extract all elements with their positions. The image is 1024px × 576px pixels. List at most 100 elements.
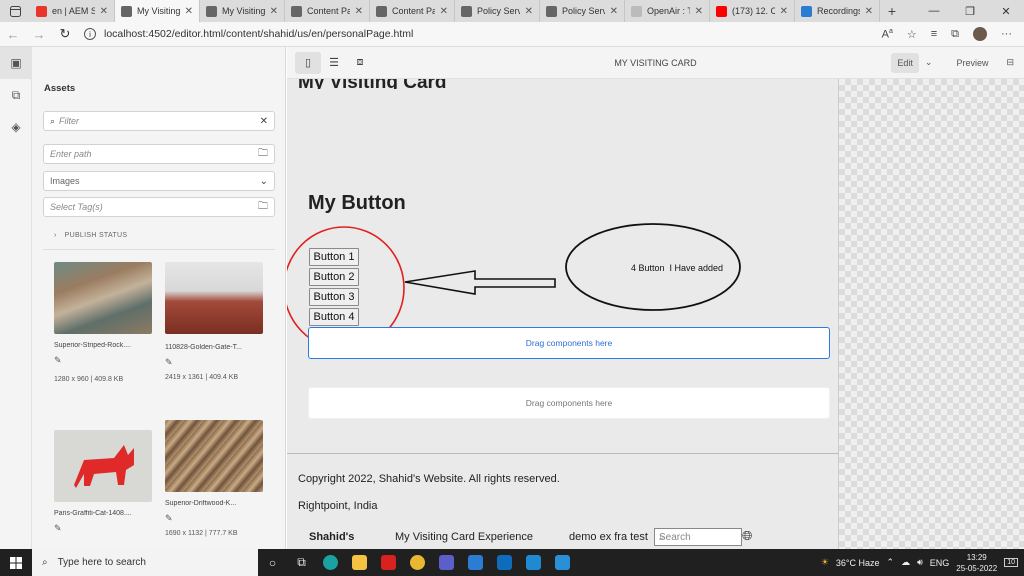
browser-tab[interactable]: Content Pa ✕	[370, 0, 455, 22]
forward-button[interactable]: →	[26, 27, 52, 42]
clock[interactable]: 13:29 25-05-2022	[956, 552, 997, 574]
edit-icon[interactable]: ✎	[54, 355, 154, 366]
asset-thumbnail[interactable]	[165, 420, 263, 492]
browser-tab[interactable]: en | AEM Si ✕	[30, 0, 115, 22]
close-window-button[interactable]: ✕	[988, 0, 1024, 22]
asset-card[interactable]: Superior-Driftwood-K... ✎ 1690 x 1132 | …	[165, 420, 265, 537]
globe-icon[interactable]: 🌐︎	[742, 528, 752, 544]
assets-rail-icon[interactable]: ▣	[0, 47, 32, 79]
asset-card[interactable]: Paris-Graffiti-Cat-1408.... ✎	[54, 430, 154, 534]
close-tab-icon[interactable]: ✕	[185, 6, 193, 17]
assets-title: Assets	[44, 83, 76, 94]
task-view-icon[interactable]: ⧉	[287, 549, 316, 576]
taskbar-search[interactable]: ⌕ Type here to search	[32, 549, 258, 576]
onedrive-icon[interactable]: ☁	[901, 557, 910, 568]
drop-zone[interactable]: Drag components here	[308, 387, 830, 419]
toggle-side-panel-icon[interactable]: ▯	[295, 51, 321, 74]
tab-actions-icon[interactable]	[0, 0, 30, 22]
filter-input[interactable]: ⌕ Filter ✕	[43, 111, 275, 131]
browser-tab[interactable]: (173) 12. C ✕	[710, 0, 795, 22]
visual-studio-code-icon[interactable]	[519, 549, 548, 576]
favorites-list-icon[interactable]: ≡	[931, 28, 937, 40]
path-input[interactable]: Enter path 🗀	[43, 144, 275, 164]
publish-status-toggle[interactable]: › PUBLISH STATUS	[54, 232, 127, 239]
close-tab-icon[interactable]: ✕	[355, 6, 363, 17]
button-1[interactable]: Button 1	[309, 248, 359, 266]
file-explorer-icon[interactable]	[345, 549, 374, 576]
asset-type-select[interactable]: Images ⌄	[43, 171, 275, 191]
windows-start-icon[interactable]	[0, 549, 32, 576]
browser-tab[interactable]: Policy Servi ✕	[455, 0, 540, 22]
cortana-icon[interactable]: ○	[258, 549, 287, 576]
close-tab-icon[interactable]: ✕	[695, 6, 703, 17]
outlook-icon[interactable]	[490, 549, 519, 576]
drop-zone[interactable]: Drag components here	[308, 327, 830, 359]
chevron-down-icon[interactable]: ⌄	[925, 57, 933, 68]
favorite-star-icon[interactable]: ☆	[907, 28, 917, 41]
asset-thumbnail[interactable]	[54, 430, 152, 502]
chevron-up-icon[interactable]: ⌃	[887, 557, 895, 568]
weather-text[interactable]: 36°C Haze	[836, 558, 880, 568]
close-tab-icon[interactable]: ✕	[100, 6, 108, 17]
back-button[interactable]: ←	[0, 27, 26, 42]
emulator-icon[interactable]: ⧈	[347, 56, 373, 69]
restore-button[interactable]: ❐	[952, 0, 988, 22]
button-2[interactable]: Button 2	[309, 268, 359, 286]
more-menu-icon[interactable]: ···	[1001, 28, 1012, 40]
reload-button[interactable]: ↻	[52, 26, 78, 42]
browser-tab[interactable]: Content Pa ✕	[285, 0, 370, 22]
notifications-icon[interactable]: 10	[1004, 558, 1018, 567]
read-aloud-icon[interactable]: Aa	[882, 28, 893, 41]
app-icon[interactable]	[461, 549, 490, 576]
edge-icon[interactable]	[316, 549, 345, 576]
new-tab-button[interactable]: +	[880, 0, 904, 22]
folder-icon[interactable]: 🗀	[258, 199, 268, 216]
footer-nav-item[interactable]: Shahid's	[309, 531, 354, 543]
clear-icon[interactable]: ✕	[260, 116, 268, 127]
chrome-icon[interactable]	[403, 549, 432, 576]
footer-nav-item[interactable]: My Visiting Card Experience	[395, 531, 533, 543]
acrobat-icon[interactable]	[374, 549, 403, 576]
edit-icon[interactable]: ✎	[54, 523, 154, 534]
close-tab-icon[interactable]: ✕	[780, 6, 788, 17]
minimize-button[interactable]: —	[916, 0, 952, 22]
asset-card[interactable]: 110828-Golden-Gate-T... ✎ 2419 x 1361 | …	[165, 262, 265, 381]
browser-tab[interactable]: OpenAir : T ✕	[625, 0, 710, 22]
weather-icon[interactable]: ☀	[821, 557, 829, 568]
annotate-icon[interactable]: ⊟	[1006, 57, 1014, 68]
button-4[interactable]: Button 4	[309, 308, 359, 326]
folder-icon[interactable]: 🗀	[258, 146, 268, 163]
asset-card[interactable]: Superior-Striped-Rock.... ✎ 1280 x 960 |…	[54, 262, 154, 383]
page-properties-icon[interactable]: ☰	[321, 56, 347, 69]
edit-icon[interactable]: ✎	[165, 357, 265, 368]
close-tab-icon[interactable]: ✕	[440, 6, 448, 17]
preview-button[interactable]: Preview	[956, 58, 988, 68]
collections-icon[interactable]: ⧉	[951, 28, 959, 41]
profile-avatar[interactable]	[973, 27, 987, 41]
browser-tab[interactable]: My Visiting ✕	[115, 0, 200, 22]
asset-meta: 2419 x 1361 | 409.4 KB	[165, 374, 239, 381]
site-info-icon[interactable]: i	[84, 28, 96, 40]
url-field[interactable]: i localhost:4502/editor.html/content/sha…	[84, 28, 804, 40]
close-tab-icon[interactable]: ✕	[525, 6, 533, 17]
edit-icon[interactable]: ✎	[165, 513, 265, 524]
lang-indicator[interactable]: ENG	[930, 558, 950, 568]
layers-rail-icon[interactable]: ◈	[0, 111, 32, 143]
browser-tab[interactable]: Policy Servi ✕	[540, 0, 625, 22]
footer-search-input[interactable]: ⌕ Search	[654, 528, 742, 546]
button-3[interactable]: Button 3	[309, 288, 359, 306]
speaker-icon[interactable]: 🔊︎	[917, 557, 923, 568]
mail-icon[interactable]	[548, 549, 577, 576]
asset-thumbnail[interactable]	[54, 262, 152, 334]
tags-input[interactable]: Select Tag(s) 🗀	[43, 197, 275, 217]
asset-thumbnail[interactable]	[165, 262, 263, 334]
close-tab-icon[interactable]: ✕	[270, 6, 278, 17]
footer-nav-item[interactable]: demo ex fra test	[569, 531, 648, 543]
browser-tab[interactable]: Recordings ✕	[795, 0, 880, 22]
browser-tab[interactable]: My Visiting ✕	[200, 0, 285, 22]
components-rail-icon[interactable]: ⧉	[0, 79, 32, 111]
close-tab-icon[interactable]: ✕	[610, 6, 618, 17]
teams-icon[interactable]	[432, 549, 461, 576]
close-tab-icon[interactable]: ✕	[865, 6, 873, 17]
edit-mode-button[interactable]: Edit	[891, 52, 919, 73]
